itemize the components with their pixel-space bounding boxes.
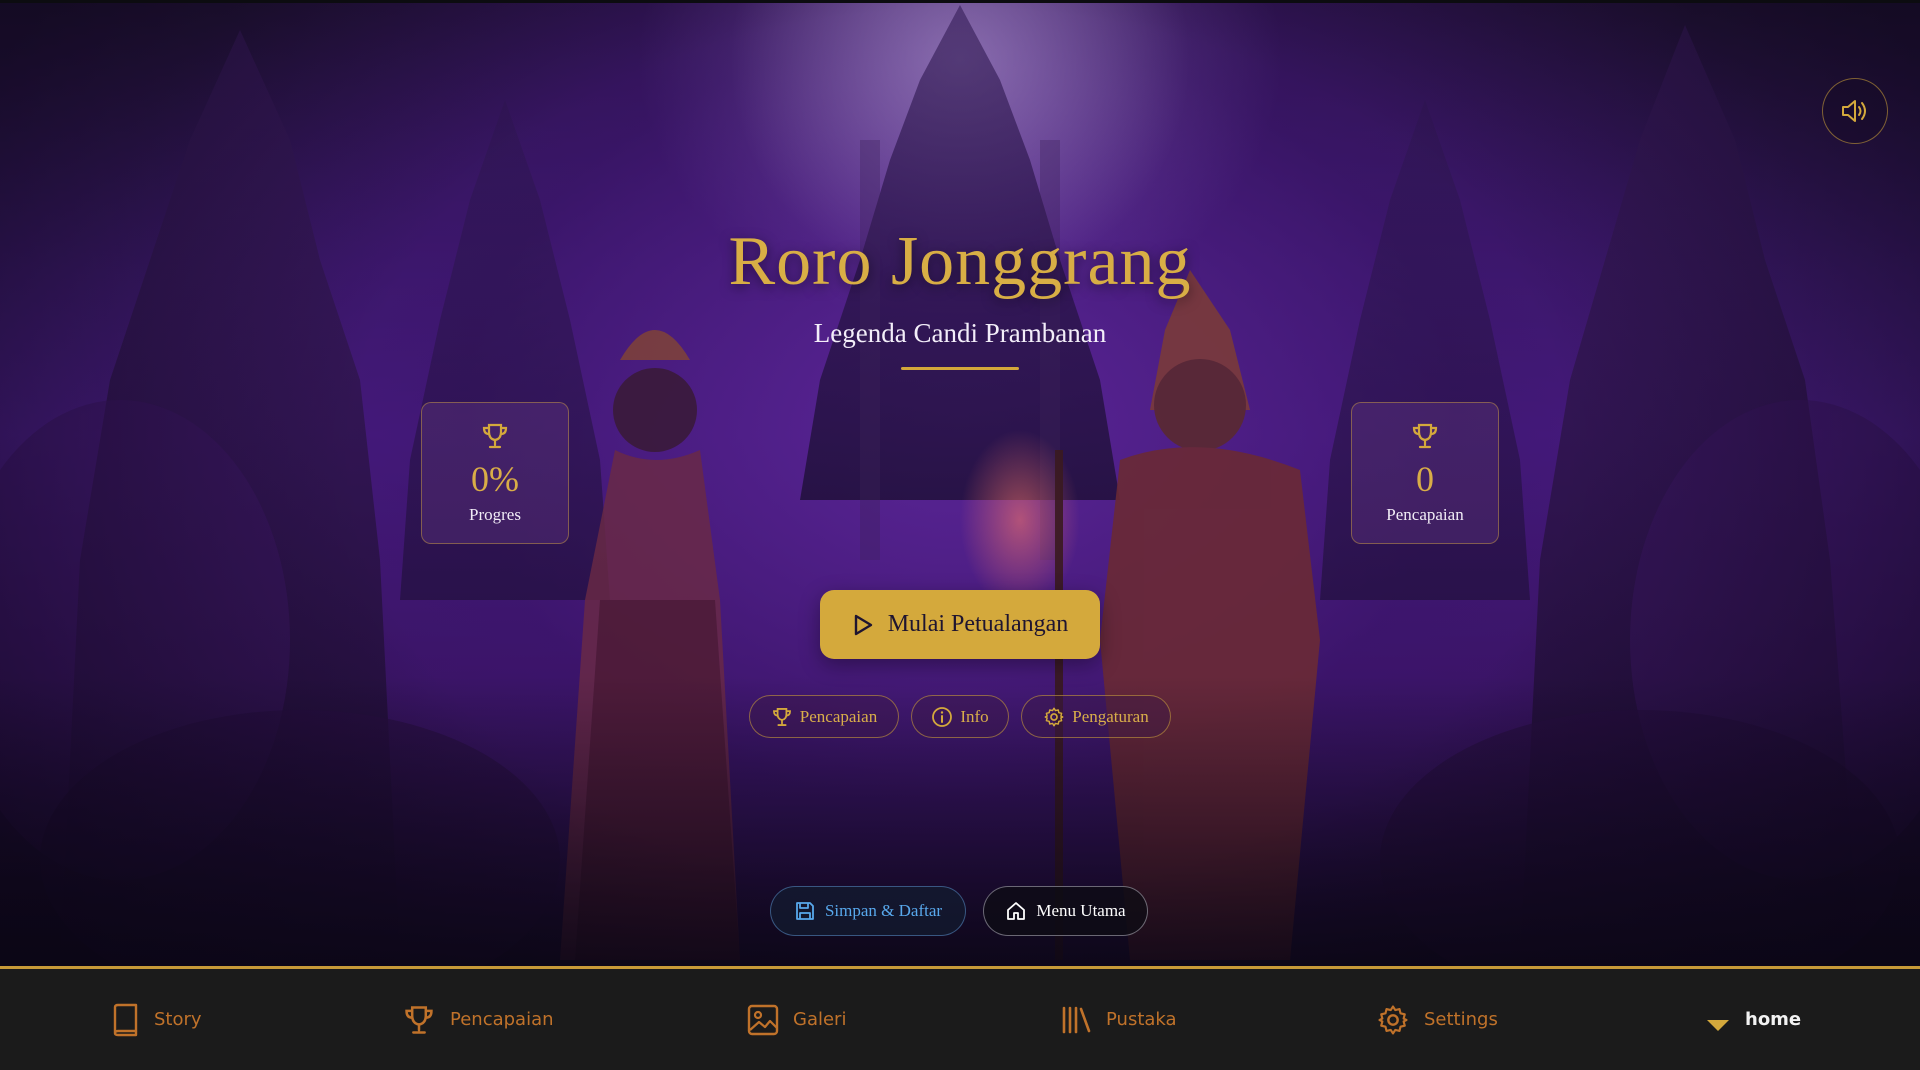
nav-item-label: Settings [1424,1009,1498,1030]
main-menu-button[interactable]: Menu Utama [983,886,1148,936]
trophy-icon [1412,423,1438,449]
trophy-icon [405,1005,433,1034]
progress-label: Progres [469,505,521,524]
trophy-icon [772,707,791,726]
play-icon [854,614,872,635]
game-subtitle: Legenda Candi Prambanan [813,318,1107,348]
title-divider [901,367,1019,370]
book-icon [113,1003,138,1036]
caret-down-icon [1707,1019,1729,1031]
save-register-label: Simpan & Daftar [824,901,943,920]
nav-item-pustaka[interactable]: Pustaka [1060,969,1177,1070]
game-title: Roro Jonggrang [728,223,1192,300]
start-adventure-label: Mulai Petualangan [887,611,1069,637]
achievements-value: 0 [1416,459,1434,499]
library-icon [1062,1006,1091,1033]
gear-icon [1378,1004,1408,1035]
info-button[interactable]: Info [911,695,1009,738]
gear-icon [1044,707,1064,726]
progress-value: 0% [471,459,519,499]
nav-item-story[interactable]: Story [110,969,202,1070]
save-icon [796,902,814,920]
info-icon [932,706,953,727]
settings-button[interactable]: Pengaturan [1021,695,1171,738]
trophy-icon [482,423,508,449]
main-menu-label: Menu Utama [1036,901,1126,920]
achievements-button[interactable]: Pencapaian [749,695,899,738]
nav-item-label: Story [154,1009,202,1030]
start-adventure-button[interactable]: Mulai Petualangan [820,590,1100,659]
nav-current-home[interactable]: home [1705,969,1801,1070]
progress-card: 0% Progres [421,402,569,544]
achievements-button-label: Pencapaian [799,706,878,726]
sound-toggle-button[interactable] [1822,78,1888,144]
nav-current-label: home [1745,1009,1802,1030]
achievements-label: Pencapaian [1386,505,1464,524]
nav-item-label: Pustaka [1106,1009,1177,1030]
nav-item-pencapaian[interactable]: Pencapaian [402,969,554,1070]
nav-item-label: Galeri [793,1009,847,1030]
save-register-button[interactable]: Simpan & Daftar [770,886,966,936]
bottom-navigation: Story Pencapaian Galeri Pustaka Settings [0,966,1920,1070]
volume-icon [1842,100,1866,122]
nav-item-label: Pencapaian [450,1009,554,1030]
nav-item-galeri[interactable]: Galeri [747,969,846,1070]
hero-background [0,0,1920,966]
home-icon [1007,902,1026,920]
image-icon [747,1004,779,1035]
settings-button-label: Pengaturan [1072,706,1149,726]
achievements-card: 0 Pencapaian [1351,402,1499,544]
nav-item-settings[interactable]: Settings [1376,969,1498,1070]
info-button-label: Info [960,706,989,726]
